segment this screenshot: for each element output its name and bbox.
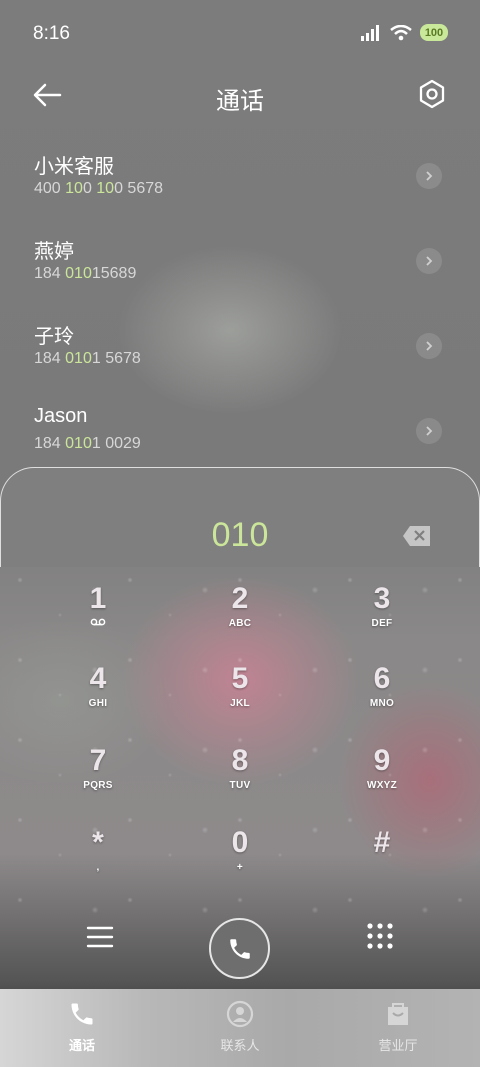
key-digit: 1 <box>89 582 107 615</box>
key-letters: WXYZ <box>366 780 398 791</box>
contact-name: 小米客服 <box>34 156 114 178</box>
signal-icon <box>361 24 379 41</box>
contact-suggestion-list: 小米客服 400 100 100 5678 燕婷 184 01015689 子玲… <box>0 128 480 468</box>
page-title: 通话 <box>216 88 264 115</box>
keypad-toggle-icon[interactable] <box>366 922 394 950</box>
key-7[interactable]: 7 PQRS <box>28 742 168 818</box>
chevron-right-icon[interactable] <box>416 163 442 189</box>
key-8[interactable]: 8 TUV <box>170 742 310 818</box>
status-time: 8:16 <box>33 23 70 44</box>
chevron-right-icon[interactable] <box>416 333 442 359</box>
chevron-right-icon[interactable] <box>416 418 442 444</box>
key-letters: ABC <box>228 618 252 629</box>
key-digit: 5 <box>231 662 249 695</box>
voicemail-icon <box>28 618 168 629</box>
key-digit: 4 <box>89 662 107 695</box>
key-6[interactable]: 6 MNO <box>312 660 452 736</box>
contact-name: Jason <box>34 405 88 427</box>
key-digit: 8 <box>231 744 249 777</box>
contact-number: 184 01015689 <box>34 265 137 282</box>
contact-number: 184 0101 0029 <box>34 435 141 452</box>
key-4[interactable]: 4 GHI <box>28 660 168 736</box>
key-letters: JKL <box>230 698 250 709</box>
contacts-icon <box>226 1000 254 1028</box>
key-letters: DEF <box>371 618 393 629</box>
contact-row[interactable]: Jason 184 0101 0029 <box>0 383 480 468</box>
key-digit: 6 <box>373 662 391 695</box>
key-letters: PQRS <box>83 780 113 791</box>
settings-gear-icon[interactable] <box>416 78 448 110</box>
tab-label: 联系人 <box>220 1038 260 1053</box>
service-hall-icon <box>388 1003 408 1025</box>
dialer-controls <box>0 910 480 980</box>
contact-name: 燕婷 <box>34 241 74 263</box>
status-icons: 100 <box>360 24 448 41</box>
call-button[interactable] <box>209 918 270 979</box>
key-letters: GHI <box>88 698 108 709</box>
key-0[interactable]: 0 + <box>170 824 310 900</box>
key-5[interactable]: 5 JKL <box>170 660 310 736</box>
app-header: 通话 <box>0 68 480 122</box>
key-letters: TUV <box>229 780 251 791</box>
key-hash[interactable]: # <box>312 824 452 900</box>
key-digit: * <box>92 826 104 859</box>
phone-icon <box>71 1003 93 1025</box>
key-1[interactable]: 1 <box>28 580 168 656</box>
key-star[interactable]: * , <box>28 824 168 900</box>
key-letters: + <box>236 862 244 873</box>
key-letters: , <box>96 862 100 873</box>
key-letters: MNO <box>369 698 395 709</box>
key-digit: 3 <box>373 582 391 615</box>
key-digit: 7 <box>89 744 107 777</box>
wifi-icon <box>390 24 412 40</box>
key-digit: 9 <box>373 744 391 777</box>
key-2[interactable]: 2 ABC <box>170 580 310 656</box>
tab-calls[interactable]: 通话 <box>32 999 132 1054</box>
contact-row[interactable]: 小米客服 400 100 100 5678 <box>0 128 480 213</box>
contact-name: 子玲 <box>34 326 74 348</box>
contact-row[interactable]: 子玲 184 0101 5678 <box>0 298 480 383</box>
tab-service-hall[interactable]: 营业厅 <box>348 999 448 1054</box>
chevron-right-icon[interactable] <box>416 248 442 274</box>
key-digit: 2 <box>231 582 249 615</box>
tab-label: 通话 <box>68 1038 95 1053</box>
contact-number: 184 0101 5678 <box>34 350 141 367</box>
backspace-icon[interactable] <box>402 525 432 547</box>
key-9[interactable]: 9 WXYZ <box>312 742 452 818</box>
contact-number: 400 100 100 5678 <box>34 180 164 197</box>
tab-contacts[interactable]: 联系人 <box>190 999 290 1054</box>
bottom-tab-bar: 通话 联系人 营业厅 <box>0 989 480 1067</box>
tab-label: 营业厅 <box>378 1038 418 1053</box>
menu-icon[interactable] <box>86 924 114 950</box>
battery-indicator: 100 <box>420 24 448 41</box>
key-3[interactable]: 3 DEF <box>312 580 452 656</box>
key-digit: # <box>373 826 391 859</box>
status-bar: 8:16 100 <box>0 0 480 68</box>
phone-icon <box>229 938 250 959</box>
key-digit: 0 <box>231 826 249 859</box>
contact-row[interactable]: 燕婷 184 01015689 <box>0 213 480 298</box>
